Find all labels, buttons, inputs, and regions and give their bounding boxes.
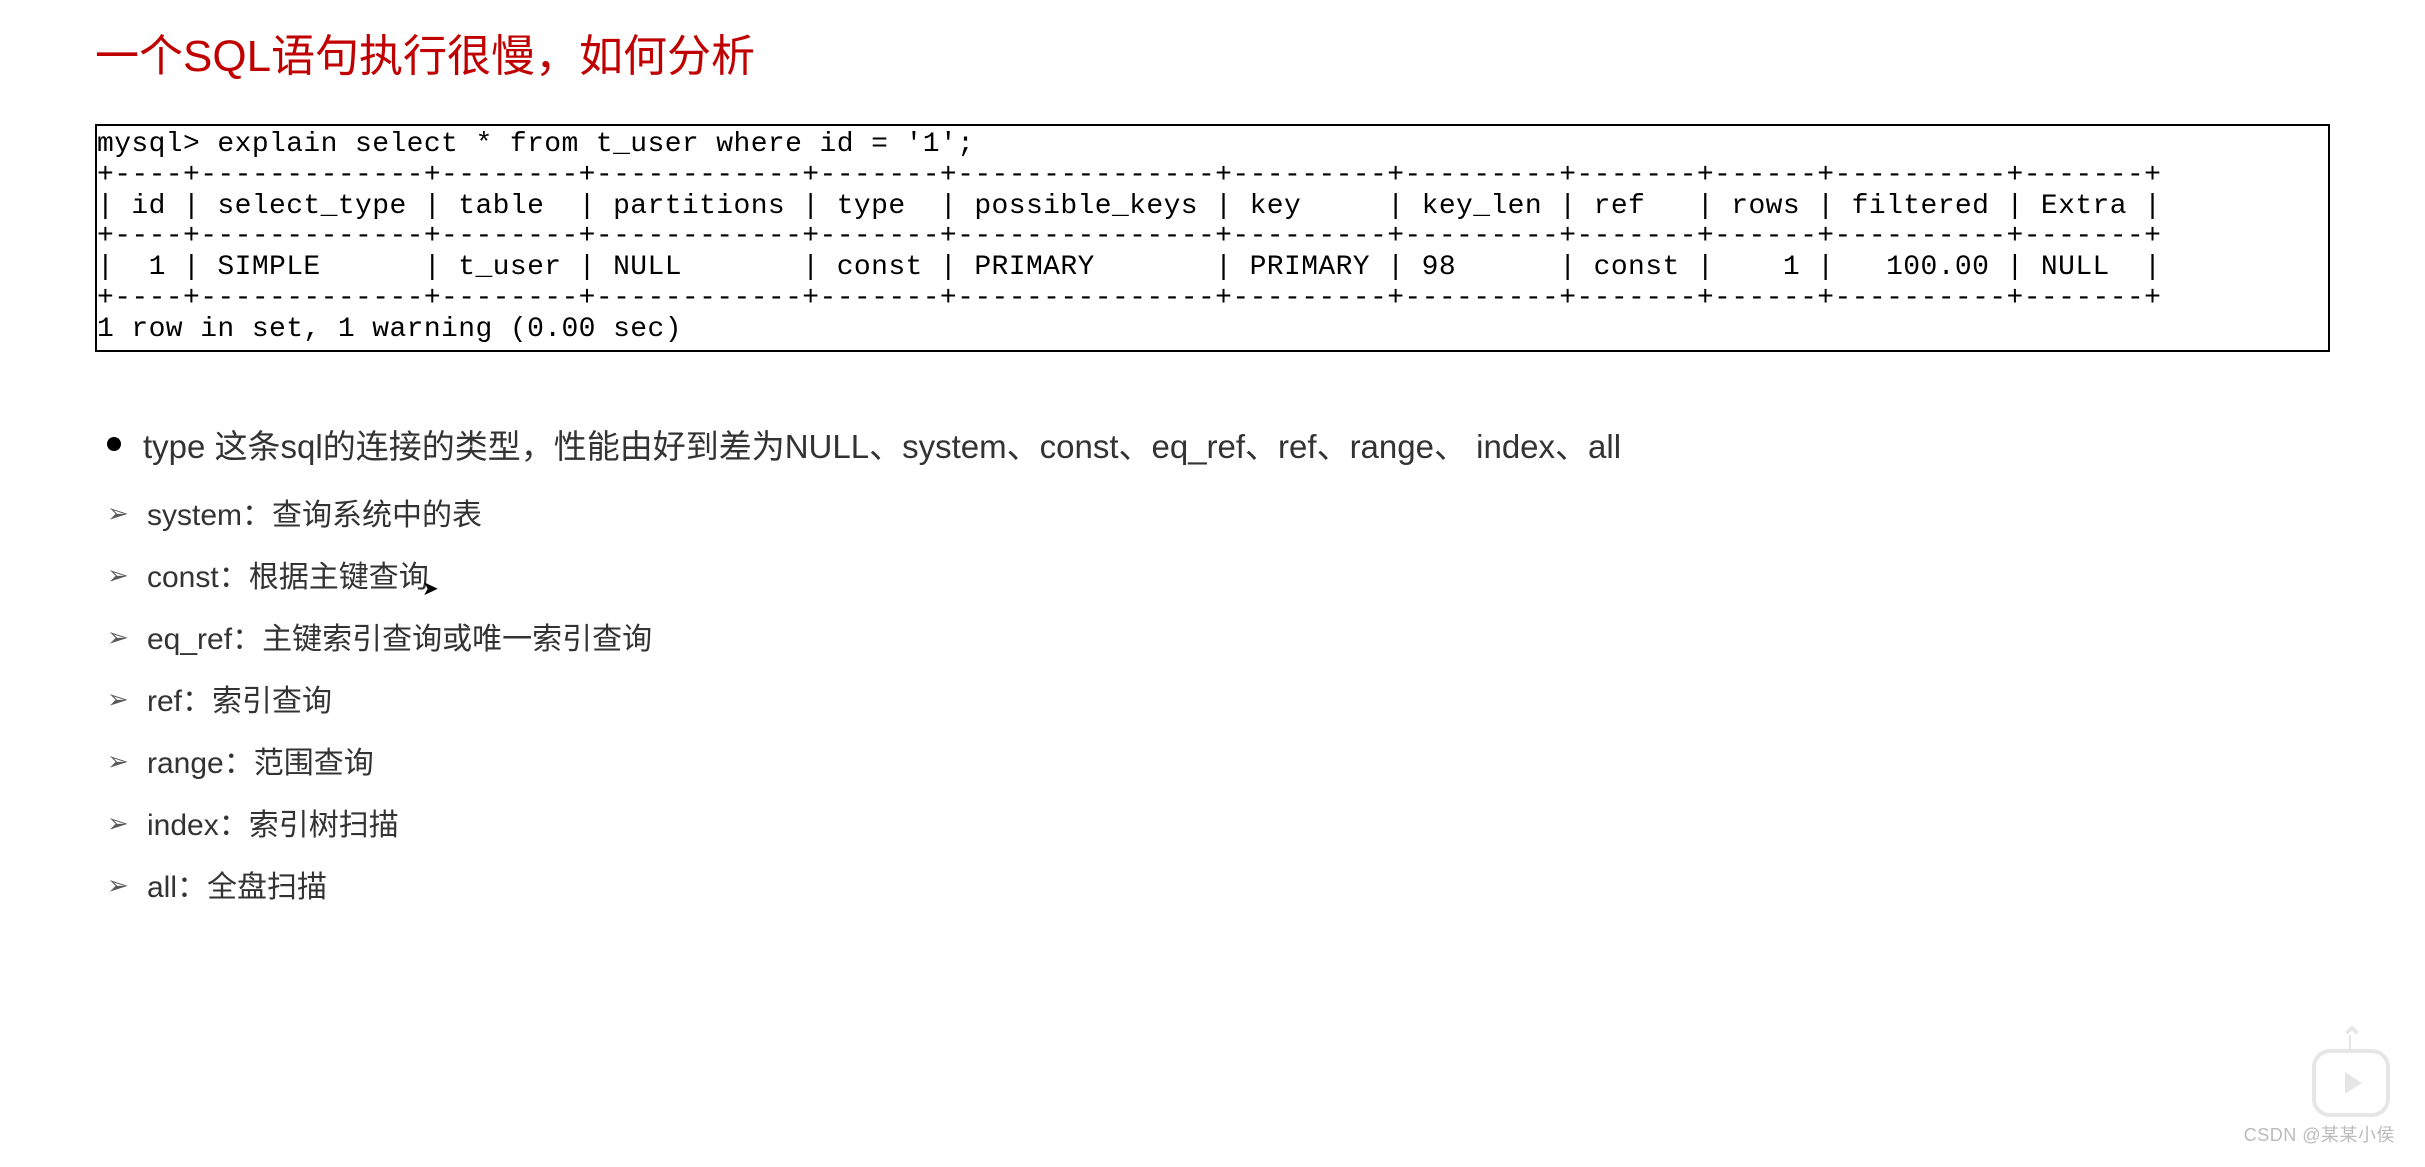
- sql-explain-output-text: mysql> explain select * from t_user wher…: [97, 130, 2328, 346]
- chevron-right-icon: ➢: [107, 684, 125, 715]
- chevron-right-icon: ➢: [107, 622, 125, 653]
- sql-explain-output-box: mysql> explain select * from t_user wher…: [95, 124, 2330, 352]
- chevron-right-icon: ➢: [107, 808, 125, 839]
- chevron-right-icon: ➢: [107, 560, 125, 591]
- sub-bullet-item: ➢ eq_ref：主键索引查询或唯一索引查询: [107, 617, 2330, 662]
- sub-bullet-item: ➢ range：范围查询: [107, 741, 2330, 786]
- sub-bullet-text: const：根据主键查询: [147, 555, 429, 600]
- chevron-right-icon: ➢: [107, 870, 125, 901]
- sub-bullet-item: ➢ const：根据主键查询: [107, 555, 2330, 600]
- sub-bullet-item: ➢ system：查询系统中的表: [107, 493, 2330, 538]
- slide-title: 一个SQL语句执行很慢，如何分析: [95, 20, 2330, 84]
- sub-bullet-item: ➢ ref：索引查询: [107, 679, 2330, 724]
- sub-bullet-item: ➢ index：索引树扫描: [107, 803, 2330, 848]
- sub-bullet-text: system：查询系统中的表: [147, 493, 482, 538]
- sub-bullet-text: all：全盘扫描: [147, 865, 327, 910]
- sub-bullet-text: ref：索引查询: [147, 679, 332, 724]
- chevron-right-icon: ➢: [107, 498, 125, 529]
- content-list: type 这条sql的连接的类型，性能由好到差为NULL、system、cons…: [95, 422, 2330, 911]
- watermark-text: CSDN @某某小侯: [2244, 1121, 2395, 1147]
- sub-bullet-text: range：范围查询: [147, 741, 374, 786]
- chevron-right-icon: ➢: [107, 746, 125, 777]
- sub-bullet-text: index：索引树扫描: [147, 803, 399, 848]
- slide-container: 一个SQL语句执行很慢，如何分析 mysql> explain select *…: [0, 0, 2425, 1167]
- bullet-dot-icon: [107, 437, 121, 451]
- main-bullet-item: type 这条sql的连接的类型，性能由好到差为NULL、system、cons…: [107, 422, 2330, 472]
- sub-bullet-text: eq_ref：主键索引查询或唯一索引查询: [147, 617, 652, 662]
- main-bullet-text: type 这条sql的连接的类型，性能由好到差为NULL、system、cons…: [143, 422, 1621, 472]
- play-badge-icon: [2312, 1049, 2390, 1117]
- sub-bullet-item: ➢ all：全盘扫描: [107, 865, 2330, 910]
